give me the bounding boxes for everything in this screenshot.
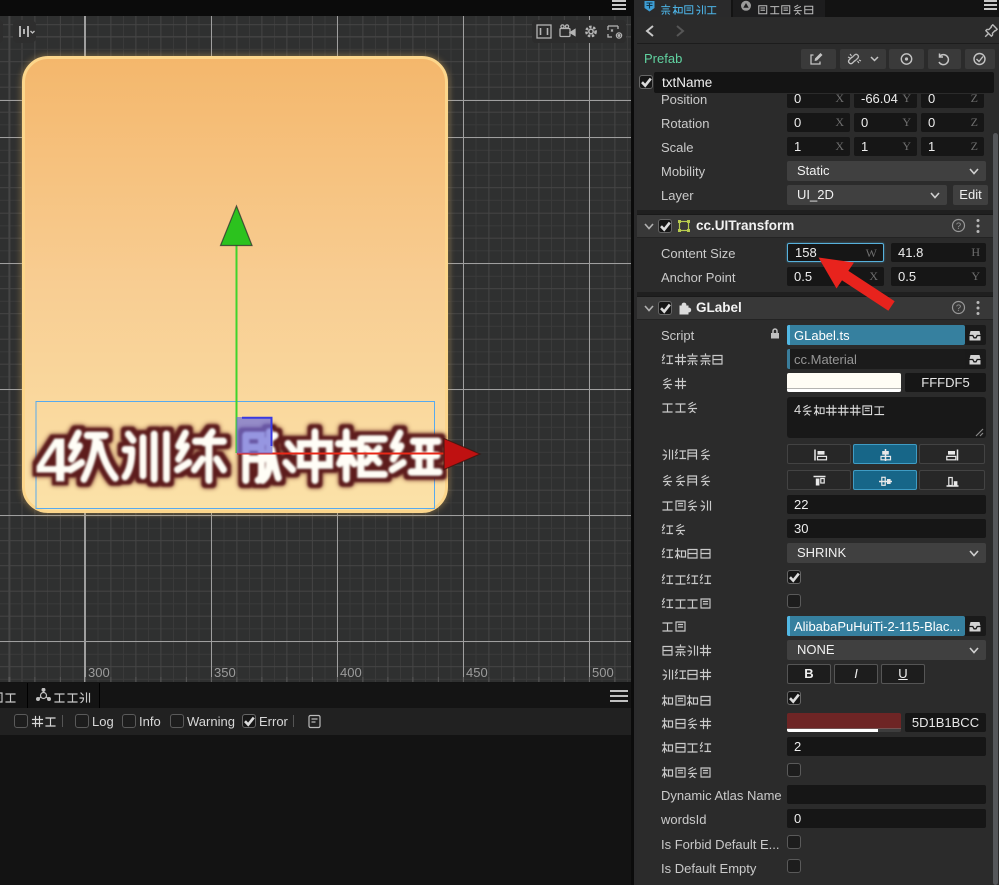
svg-text:?: ? xyxy=(956,221,961,232)
svg-text:?: ? xyxy=(956,303,961,314)
